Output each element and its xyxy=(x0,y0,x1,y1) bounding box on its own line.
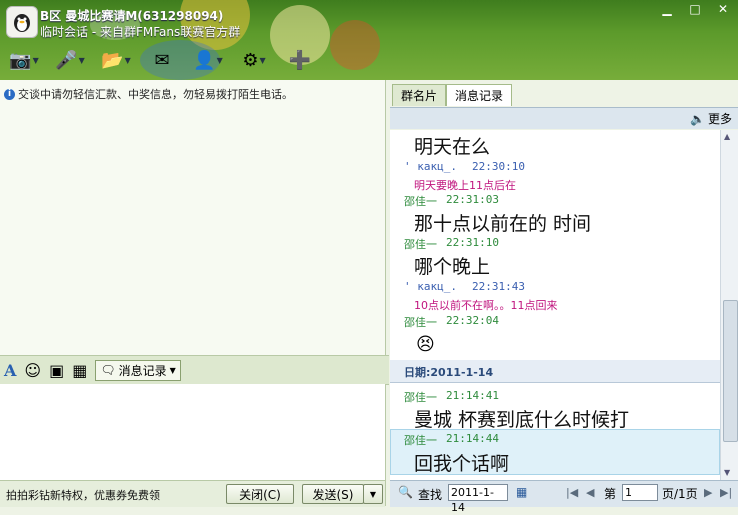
message-sender: 邵佳一 xyxy=(404,434,437,447)
page-input[interactable]: 1 xyxy=(622,484,658,501)
chevron-down-icon[interactable]: ▼ xyxy=(33,56,39,65)
message-history: 明天在么 ' каκц_. 22:30:10 明天要晚上11点后在 邵佳一 22… xyxy=(390,130,720,480)
message-sender: 邵佳一 xyxy=(404,391,437,404)
history-toolbar: 🔈 更多 xyxy=(390,107,738,129)
calendar-icon[interactable]: ▦ xyxy=(516,485,527,499)
page-prefix: 第 xyxy=(604,487,617,501)
maximize-icon[interactable]: □ xyxy=(686,2,704,16)
next-page-icon[interactable]: ▶ xyxy=(704,486,712,499)
message-sender: ' каκц_. xyxy=(404,160,457,173)
font-icon[interactable]: A xyxy=(4,361,16,380)
send-button[interactable]: 发送(S) xyxy=(302,484,364,504)
message-sender: 邵佳一 xyxy=(404,195,437,208)
more-button[interactable]: 更多 xyxy=(708,110,732,127)
close-button[interactable]: 关闭(C) xyxy=(226,484,294,504)
settings-button[interactable]: ⚙ ▼ xyxy=(236,46,272,74)
chevron-down-icon: ▼ xyxy=(169,365,176,375)
tab-message-record[interactable]: 消息记录 xyxy=(446,84,513,106)
chevron-down-icon[interactable]: ▼ xyxy=(79,56,85,65)
image-icon[interactable]: ▣ xyxy=(49,361,64,380)
webcam-icon: 📷 xyxy=(9,49,32,71)
message-text: 曼城 杯赛到底什么时候打 xyxy=(414,409,630,431)
mail-icon: ✉ xyxy=(154,49,170,71)
chevron-down-icon[interactable]: ▼ xyxy=(217,56,223,65)
message-text: 明天在么 xyxy=(414,136,491,158)
message-time: 22:31:43 xyxy=(472,280,525,293)
message-sender: ' каκц_. xyxy=(404,280,457,293)
security-notice: i 交谈中请勿轻信汇款、中奖信息，勿轻易拨打陌生电话。 xyxy=(4,86,293,102)
smiley-icon[interactable]: ☺ xyxy=(24,361,41,380)
chevron-down-icon: ▼ xyxy=(369,489,377,499)
penguin-icon xyxy=(14,14,30,32)
mail-button[interactable]: ✉ xyxy=(144,46,180,74)
message-sender: 邵佳一 xyxy=(404,316,437,329)
window-controls: ▁ □ ✕ xyxy=(658,2,732,16)
microphone-button[interactable]: 🎤 ▼ xyxy=(52,46,88,74)
message-text: 那十点以前在的 时间 xyxy=(414,213,592,235)
tab-group-card[interactable]: 群名片 xyxy=(392,84,447,106)
chevron-down-icon[interactable]: ▼ xyxy=(125,56,131,65)
microphone-icon: 🎤 xyxy=(55,49,78,71)
message-record-label: 消息记录 xyxy=(118,363,167,378)
tab-bar: 群名片 消息记录 xyxy=(392,84,513,106)
settings-icon: ⚙ xyxy=(242,49,259,71)
message-text: 明天要晚上11点后在 xyxy=(414,179,516,192)
scroll-thumb[interactable] xyxy=(723,300,738,442)
add-app-icon: ➕ xyxy=(288,49,312,71)
chevron-down-icon[interactable]: ▼ xyxy=(259,56,265,65)
speaker-icon[interactable]: 🔈 xyxy=(690,112,705,126)
search-label[interactable]: 查找 xyxy=(418,486,442,503)
promo-link[interactable]: 拍拍彩钻新特权，优惠券免费领 xyxy=(6,487,160,503)
message-text: 10点以前不在啊。。11点回来 xyxy=(414,299,558,312)
search-icon[interactable]: 🔍 xyxy=(398,485,413,499)
history-panel: 群名片 消息记录 🔈 更多 明天在么 ' каκц_. 22:30:10 明天要… xyxy=(390,80,738,514)
avatar[interactable] xyxy=(6,6,38,38)
last-page-icon[interactable]: ▶| xyxy=(720,486,732,499)
scroll-up-icon[interactable]: ▲ xyxy=(724,132,730,141)
notice-text: 交谈中请勿轻信汇款、中奖信息，勿轻易拨打陌生电话。 xyxy=(18,88,293,101)
format-bar: A ☺ ▣ ▦ 🗨 消息记录 ▼ xyxy=(0,355,389,385)
history-icon: 🗨 xyxy=(100,363,116,377)
bottom-bar: 拍拍彩钻新特权，优惠券免费领 关闭(C) 发送(S) ▼ xyxy=(0,480,385,507)
add-app-button[interactable]: ➕ xyxy=(282,46,318,74)
toolbar: 📷 ▼ 🎤 ▼ 📂 ▼ ✉ 👤 ▼ ⚙ ▼ ➕ xyxy=(6,46,318,74)
message-time: 22:32:04 xyxy=(446,314,499,327)
history-scrollbar[interactable]: ▲ ▼ xyxy=(720,130,738,480)
title-bar: B区 曼城比赛请M(631298094) 临时会话 - 来自群FMFans联赛官… xyxy=(0,0,738,80)
message-time: 22:30:10 xyxy=(472,160,525,173)
message-record-button[interactable]: 🗨 消息记录 ▼ xyxy=(95,359,181,381)
webcam-button[interactable]: 📷 ▼ xyxy=(6,46,42,74)
date-input[interactable]: 2011-1-14 xyxy=(448,484,508,514)
close-icon[interactable]: ✕ xyxy=(714,2,732,16)
folder-icon: 📂 xyxy=(101,49,124,71)
decor-shape xyxy=(330,20,380,70)
page-total: 页/1页 xyxy=(662,487,698,501)
message-text: 回我个话啊 xyxy=(414,453,510,475)
file-button[interactable]: 📂 ▼ xyxy=(98,46,134,74)
message-text: 哪个晚上 xyxy=(414,256,491,278)
scroll-down-icon[interactable]: ▼ xyxy=(724,468,730,477)
user-info-button[interactable]: 👤 ▼ xyxy=(190,46,226,74)
chat-panel: i 交谈中请勿轻信汇款、中奖信息，勿轻易拨打陌生电话。 A ☺ ▣ ▦ 🗨 消息… xyxy=(0,80,389,507)
message-time: 22:31:10 xyxy=(446,236,499,249)
emoji-icon: 😣 xyxy=(416,334,435,355)
minimize-icon[interactable]: ▁ xyxy=(658,2,676,16)
user-info-icon: 👤 xyxy=(193,49,216,71)
window-title: B区 曼城比赛请M(631298094) xyxy=(40,9,224,23)
message-sender: 邵佳一 xyxy=(404,238,437,251)
history-footer: 🔍 查找 2011-1-14 ▦ |◀ ◀ 第 1 页/1页 ▶ ▶| xyxy=(390,480,738,514)
info-icon: i xyxy=(4,88,15,100)
message-input[interactable] xyxy=(0,384,385,480)
first-page-icon[interactable]: |◀ xyxy=(566,486,578,499)
prev-page-icon[interactable]: ◀ xyxy=(586,486,594,499)
message-time: 22:31:03 xyxy=(446,193,499,206)
window-subtitle: 临时会话 - 来自群FMFans联赛官方群 xyxy=(40,25,241,39)
message-time: 21:14:44 xyxy=(446,432,499,445)
screenshot-icon[interactable]: ▦ xyxy=(72,361,87,380)
date-separator: 日期:2011-1-14 xyxy=(390,360,720,383)
message-time: 21:14:41 xyxy=(446,389,499,402)
date-label: 日期:2011-1-14 xyxy=(404,366,494,379)
send-options-button[interactable]: ▼ xyxy=(363,484,383,504)
